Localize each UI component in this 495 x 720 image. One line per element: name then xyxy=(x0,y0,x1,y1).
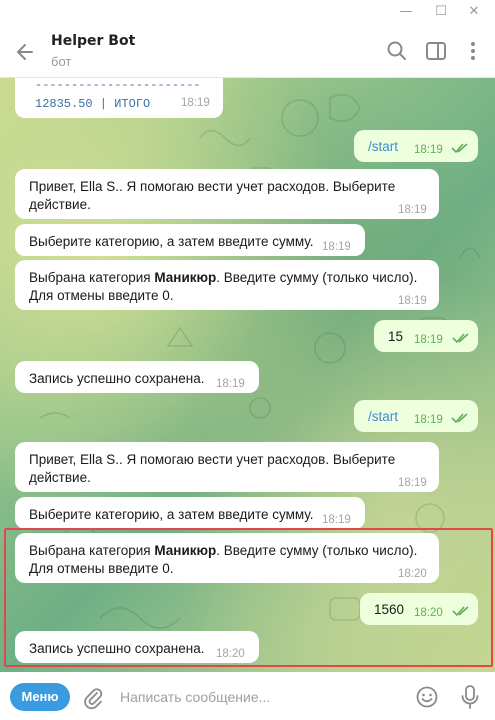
message-line: Привет, Ella S.. Я помогаю вести учет ра… xyxy=(29,452,396,467)
message-text: Выберите категорию, а затем введите сумм… xyxy=(29,234,314,249)
message-bubble[interactable]: ----------------------- 12835.50 | ИТОГО… xyxy=(15,78,223,118)
message-input[interactable] xyxy=(120,685,400,709)
message-time: 18:19 xyxy=(414,144,443,156)
message-bubble[interactable]: Выберите категорию, а затем введите сумм… xyxy=(15,497,365,529)
message-bubble-outgoing[interactable]: /start 18:19 xyxy=(354,400,478,432)
command-link[interactable]: /start xyxy=(368,407,398,426)
emoji-icon[interactable] xyxy=(415,685,439,709)
message-bubble[interactable]: Выбрана категория Маникюр. Введите сумму… xyxy=(15,260,439,310)
message-time: 18:19 xyxy=(414,334,443,346)
more-options-icon[interactable] xyxy=(460,38,486,64)
message-time: 18:19 xyxy=(322,241,351,253)
message-time: 18:19 xyxy=(398,477,427,489)
minimize-button[interactable]: — xyxy=(392,2,420,22)
message-time: 18:19 xyxy=(398,204,427,216)
message-time: 18:19 xyxy=(414,414,443,426)
message-line: Для отмены введите 0. xyxy=(29,288,174,303)
message-text: Запись успешно сохранена. xyxy=(29,371,205,386)
chat-header: Helper Bot бот xyxy=(0,24,495,78)
message-time: 18:19 xyxy=(216,378,245,390)
highlight-box xyxy=(4,528,493,667)
message-text: 15 xyxy=(388,329,404,344)
back-arrow-icon[interactable] xyxy=(12,38,40,66)
command-link[interactable]: /start xyxy=(368,137,398,156)
bot-menu-button[interactable]: Меню xyxy=(10,683,70,711)
message-bubble[interactable]: Привет, Ella S.. Я помогаю вести учет ра… xyxy=(15,169,439,219)
category-name: Маникюр xyxy=(154,270,217,285)
message-bubble[interactable]: Запись успешно сохранена. 18:19 xyxy=(15,361,259,393)
read-checkmarks-icon xyxy=(452,333,469,344)
read-checkmarks-icon xyxy=(451,413,468,424)
close-button[interactable]: ✕ xyxy=(460,2,488,22)
message-bubble-outgoing[interactable]: /start 18:19 xyxy=(354,130,478,162)
window-titlebar: — ☐ ✕ xyxy=(0,0,495,24)
microphone-icon[interactable] xyxy=(458,684,482,710)
message-bubble-outgoing[interactable]: 15 18:19 xyxy=(374,320,478,352)
attach-icon[interactable] xyxy=(82,686,104,710)
message-text: Выберите категорию, а затем введите сумм… xyxy=(29,507,314,522)
chat-title[interactable]: Helper Bot xyxy=(51,33,135,49)
message-time: 18:19 xyxy=(181,97,210,109)
message-line: 12835.50 | ИТОГО xyxy=(35,97,151,111)
message-line: ----------------------- xyxy=(35,78,201,92)
message-line: Выбрана категория Маникюр. Введите сумму… xyxy=(29,270,418,285)
message-bubble[interactable]: Привет, Ella S.. Я помогаю вести учет ра… xyxy=(15,442,439,492)
maximize-button[interactable]: ☐ xyxy=(427,2,455,22)
message-line: действие. xyxy=(29,470,91,485)
search-icon[interactable] xyxy=(384,38,410,64)
sidebar-toggle-icon[interactable] xyxy=(423,38,449,64)
message-line: Привет, Ella S.. Я помогаю вести учет ра… xyxy=(29,179,396,194)
message-time: 18:19 xyxy=(398,295,427,307)
message-bubble[interactable]: Выберите категорию, а затем введите сумм… xyxy=(15,224,365,256)
chat-subtitle: бот xyxy=(51,54,72,69)
read-checkmarks-icon xyxy=(451,143,468,154)
message-line: действие. xyxy=(29,197,91,212)
